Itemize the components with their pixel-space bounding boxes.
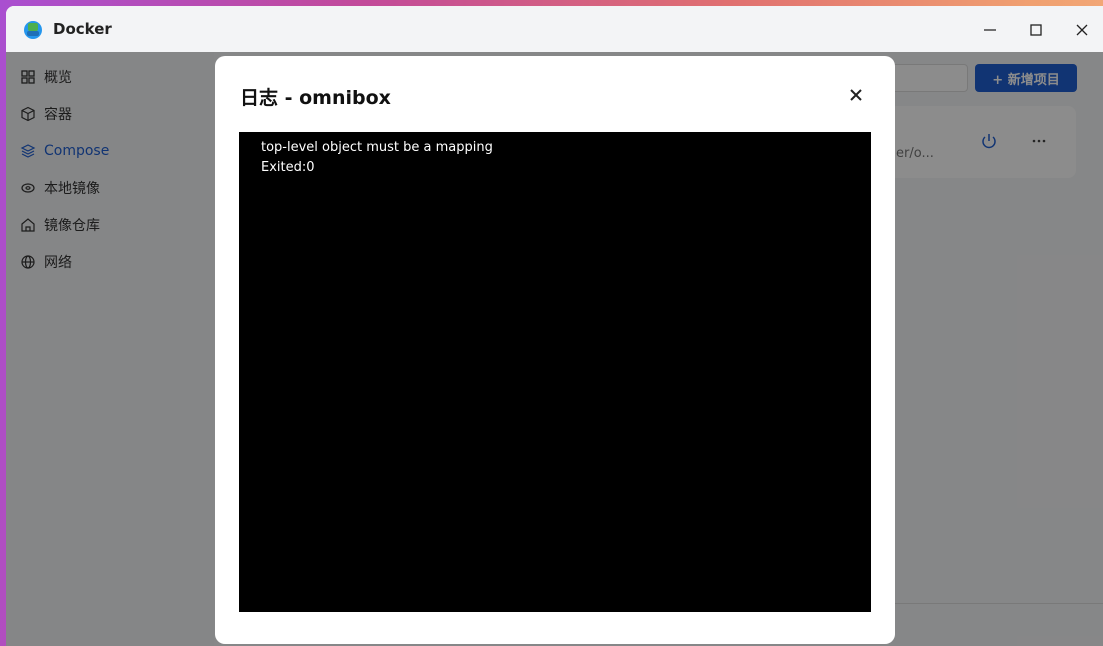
- log-line: top-level object must be a mapping: [261, 140, 493, 155]
- close-window-button[interactable]: [1070, 18, 1094, 42]
- log-line: Exited:0: [261, 160, 315, 175]
- minimize-icon: [984, 29, 996, 31]
- title-bar: Docker: [6, 6, 1103, 52]
- close-icon: [1076, 24, 1088, 36]
- maximize-icon: [1030, 24, 1042, 36]
- dialog-title: 日志 - omnibox: [240, 87, 391, 109]
- maximize-button[interactable]: [1024, 18, 1048, 42]
- log-output[interactable]: top-level object must be a mapping Exite…: [239, 132, 871, 612]
- log-dialog: 日志 - omnibox top-level object must be a …: [215, 56, 895, 644]
- close-icon: [850, 89, 862, 101]
- minimize-button[interactable]: [978, 18, 1002, 42]
- window-title: Docker: [53, 20, 112, 38]
- docker-app-icon: [24, 21, 42, 39]
- close-dialog-button[interactable]: [843, 82, 869, 108]
